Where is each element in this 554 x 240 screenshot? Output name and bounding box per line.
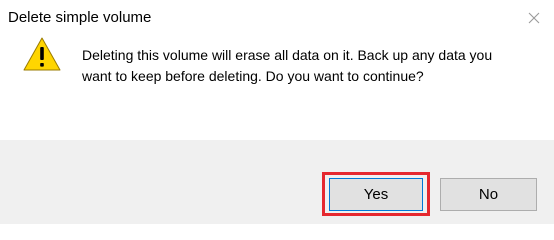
close-button[interactable] [514,0,554,36]
yes-button[interactable]: Yes [329,178,423,211]
dialog-message: Deleting this volume will erase all data… [82,47,493,84]
no-button[interactable]: No [440,178,537,211]
delete-volume-dialog: Delete simple volume Deleting this volum… [0,0,554,224]
dialog-title: Delete simple volume [8,9,152,26]
warning-icon [23,37,61,71]
close-icon [528,12,540,24]
title-bar: Delete simple volume [0,0,554,36]
